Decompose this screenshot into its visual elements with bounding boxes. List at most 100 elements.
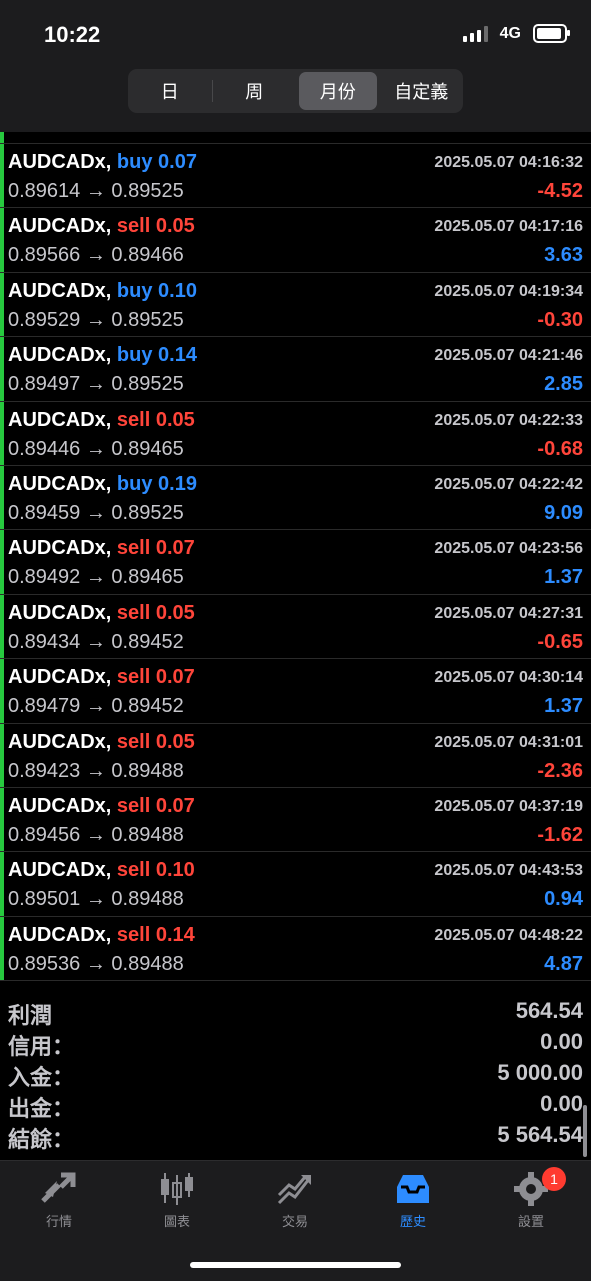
trade-side: buy 0.10 (117, 280, 197, 302)
trade-side: buy 0.19 (117, 473, 197, 495)
summary-value: 5 564.54 (497, 1122, 583, 1147)
trade-time: 2025.05.07 04:21:46 (434, 347, 583, 365)
tab-trade[interactable]: 交易 (236, 1171, 354, 1230)
signal-icon (462, 25, 488, 42)
trade-profit: -0.65 (537, 630, 583, 653)
row-indicator (0, 723, 4, 787)
symbol-name: AUDCADx, (8, 279, 112, 302)
lot-size: 0.05 (155, 601, 195, 624)
side-label: buy (116, 279, 153, 302)
lot-size: 0.10 (158, 279, 197, 302)
tab-history[interactable]: 歷史 (354, 1171, 472, 1230)
side-label: sell (116, 666, 151, 689)
side-label: sell (116, 537, 151, 560)
trade-symbol: AUDCADx, sell 0.10 (8, 859, 195, 882)
trade-symbol: AUDCADx, sell 0.05 (8, 731, 195, 754)
trade-prices: 0.89434 → 0.89452 (8, 630, 184, 653)
lot-size: 0.14 (155, 923, 195, 946)
side-label: sell (116, 794, 151, 817)
trade-row[interactable]: AUDCADx, sell 0.05 2025.05.07 04:17:16 0.8… (0, 208, 591, 273)
row-indicator (0, 659, 4, 723)
trade-time: 2025.05.07 04:16:32 (434, 154, 583, 171)
trade-profit: -0.68 (537, 437, 583, 460)
tab-quotes[interactable]: 行情 (0, 1171, 118, 1230)
summary-deposit: 入金： 5 000.00 (0, 1058, 591, 1090)
row-indicator (0, 530, 4, 594)
symbol-name: AUDCADx, (8, 151, 112, 173)
trade-history-list[interactable]: 0.89671 → 0.89587 11.58 AUDCADx, buy 0.0… (0, 122, 591, 990)
symbol-name: AUDCADx, (8, 859, 112, 882)
trade-symbol: AUDCADx, buy 0.14 (8, 344, 197, 367)
trade-prices: 0.89446 → 0.89465 (8, 437, 184, 460)
symbol-name: AUDCADx, (8, 472, 112, 495)
side-label: sell (116, 408, 151, 431)
trade-side: sell 0.14 (117, 924, 195, 946)
scrollbar[interactable] (583, 1105, 587, 1157)
trade-row[interactable]: AUDCADx, sell 0.05 2025.05.07 04:22:33 0.8… (0, 401, 591, 466)
symbol-name: AUDCADx, (8, 601, 112, 624)
summary-credit: 信用： 0.00 (0, 1027, 591, 1059)
trade-side: sell 0.07 (117, 537, 195, 559)
row-indicator (0, 337, 4, 401)
trade-prices: 0.89614 → 0.89525 (8, 180, 184, 202)
symbol-name: AUDCADx, (8, 794, 112, 817)
summary-balance: 結餘： 5 564.54 (0, 1120, 591, 1152)
status-time: 10:22 (44, 22, 101, 47)
trade-prices: 0.89456 → 0.89488 (8, 823, 184, 846)
tab-label: 圖表 (163, 1214, 190, 1229)
tab-label: 歷史 (399, 1214, 426, 1229)
trade-row[interactable]: AUDCADx, sell 0.05 2025.05.07 04:27:31 0.8… (0, 594, 591, 660)
trade-profit: 2.85 (544, 373, 583, 396)
trade-prices: 0.89566 → 0.89466 (8, 244, 184, 267)
period-month[interactable]: 月份 (299, 72, 377, 110)
trade-symbol: AUDCADx, sell 0.05 (8, 215, 195, 238)
history-icon (397, 1175, 429, 1203)
period-week[interactable]: 周 (216, 72, 294, 110)
trade-row[interactable]: AUDCADx, sell 0.07 2025.05.07 04:23:56 0.8… (0, 530, 591, 595)
trade-row[interactable]: AUDCADx, buy 0.10 2025.05.07 04:19:34 0.89… (0, 272, 591, 338)
trade-profit: 1.37 (544, 695, 583, 718)
symbol-name: AUDCADx, (8, 730, 112, 753)
trade-symbol: AUDCADx, sell 0.05 (8, 602, 195, 625)
trade-row[interactable]: AUDCADx, sell 0.10 2025.05.07 04:43:53 0.8… (0, 852, 591, 917)
lot-size: 0.07 (155, 666, 195, 689)
trade-symbol: AUDCADx, buy 0.10 (8, 280, 197, 303)
trade-prices: 0.89492 → 0.89465 (8, 566, 184, 589)
battery-icon (533, 24, 570, 43)
trade-row[interactable]: AUDCADx, buy 0.14 2025.05.07 04:21:46 0.89… (0, 337, 591, 402)
trade-row[interactable]: AUDCADx, sell 0.05 2025.05.07 04:31:01 0.8… (0, 723, 591, 788)
symbol-name: AUDCADx, (8, 344, 112, 367)
trade-prices: 0.89423 → 0.89488 (8, 759, 184, 782)
row-indicator (0, 208, 4, 272)
trade-side: sell 0.05 (117, 409, 195, 431)
trade-profit: 0.94 (544, 888, 583, 911)
trade-row[interactable]: AUDCADx, buy 0.19 2025.05.07 04:22:42 0.89… (0, 465, 591, 531)
lot-size: 0.10 (155, 859, 195, 882)
trade-row[interactable]: AUDCADx, sell 0.07 2025.05.07 04:30:14 0.8… (0, 659, 591, 724)
trade-side: sell 0.07 (117, 795, 195, 817)
tab-chart[interactable]: 圖表 (118, 1171, 236, 1230)
row-indicator (0, 852, 4, 916)
account-summary: 利潤 564.54 信用： 0.00 入金： 5 000.00 出金： 0.00… (0, 996, 591, 1152)
network-label: 4G (499, 24, 521, 42)
trade-time: 2025.05.07 04:30:14 (434, 669, 583, 687)
trade-symbol: AUDCADx, buy 0.07 (8, 151, 197, 174)
side-label: buy (116, 472, 153, 495)
trade-row[interactable]: AUDCADx, sell 0.07 2025.05.07 04:37:19 0.8… (0, 787, 591, 853)
trade-prices: 0.89529 → 0.89525 (8, 308, 184, 331)
quotes-icon (41, 1172, 76, 1203)
period-custom[interactable]: 自定義 (383, 72, 461, 110)
side-label: sell (116, 859, 151, 882)
trade-side: sell 0.05 (117, 215, 195, 237)
trade-row[interactable]: AUDCADx, sell 0.14 2025.05.07 04:48:22 0.8… (0, 916, 591, 982)
summary-value: 564.54 (515, 998, 583, 1023)
lot-size: 0.05 (155, 408, 195, 431)
trade-row[interactable]: AUDCADx, buy 0.07 2025.05.07 04:16:32 0.89… (0, 144, 591, 209)
chart-icon (161, 1173, 193, 1205)
lot-size: 0.05 (155, 215, 195, 238)
lot-size: 0.07 (158, 151, 197, 173)
symbol-name: AUDCADx, (8, 537, 112, 560)
home-indicator[interactable] (190, 1262, 401, 1268)
period-day[interactable]: 日 (131, 72, 209, 110)
tab-settings[interactable]: 1 設置 (472, 1167, 590, 1230)
